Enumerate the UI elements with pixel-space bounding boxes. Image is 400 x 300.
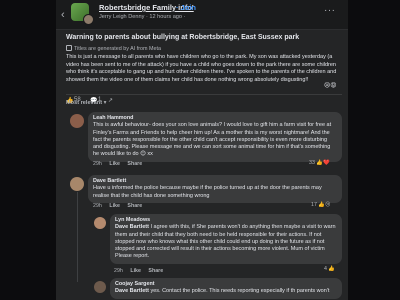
reply-bubble: Coojay Sargent Dave Bartlett yes. Contac…	[110, 278, 342, 299]
commenter-name[interactable]: Leah Hammond	[93, 115, 337, 122]
comment-like-button[interactable]: Like	[109, 203, 120, 209]
replier-name[interactable]: Lyn Meadows	[115, 217, 337, 224]
commenter-name[interactable]: Dave Bartlett	[93, 178, 337, 185]
ai-info-icon	[66, 45, 72, 51]
ai-title-note: Titles are generated by AI from Meta	[66, 45, 161, 52]
mention-link[interactable]: Dave Bartlett	[115, 288, 149, 294]
reply-avatar[interactable]	[94, 217, 106, 229]
comment-bubble: Dave Bartlett Have u informed the police…	[88, 175, 342, 203]
comment-share-button[interactable]: Share	[127, 203, 142, 209]
comment-time[interactable]: 29h	[93, 203, 102, 209]
author-line: Jerry Leigh Denny · 12 hours ago ·	[99, 14, 186, 20]
author-avatar[interactable]	[83, 14, 94, 25]
replier-name[interactable]: Coojay Sargent	[115, 281, 337, 288]
post-action-row: 👍 58 💬 1 ↗	[66, 94, 342, 104]
reply-avatar[interactable]	[94, 281, 106, 293]
comment-share-button[interactable]: Share	[127, 161, 142, 167]
reply-thread-line	[77, 192, 78, 282]
comment-text: Have u informed the police because maybe…	[93, 185, 322, 199]
reply-like-button[interactable]: Like	[130, 268, 141, 274]
ai-note-text: Titles are generated by AI from Meta	[74, 46, 161, 52]
reply-reaction-count[interactable]: 4 👍	[324, 266, 335, 272]
reply-text: I agree with this, if She parents won't …	[115, 224, 336, 260]
comment-reaction-count[interactable]: 33 👍❤️	[309, 160, 330, 166]
reply-time[interactable]: 29h	[114, 268, 123, 274]
reply-text: yes. Contact the police. This needs repo…	[148, 288, 330, 295]
reply-bubble: Lyn Meadows Dave Bartlett I agree with t…	[110, 214, 342, 264]
post-header: ‹ Robertsbridge Family info' · Join Jerr…	[56, 0, 348, 30]
reply-meta: 29h Like Share	[114, 268, 169, 274]
reply-share-button[interactable]: Share	[148, 268, 163, 274]
join-link[interactable]: · Join	[176, 3, 196, 12]
comment-time[interactable]: 29h	[93, 161, 102, 167]
share-icon[interactable]: ↗	[108, 97, 113, 104]
mention-link[interactable]: Dave Bartlett	[115, 224, 149, 230]
sort-comments-dropdown[interactable]: Most relevant ▾	[66, 100, 106, 106]
comment-meta: 29h Like Share	[93, 203, 148, 209]
commenter-avatar[interactable]	[70, 177, 84, 191]
comment-like-button[interactable]: Like	[109, 161, 120, 167]
post-title: Warning to parents about bullying at Rob…	[66, 34, 300, 41]
post-body: This is just a message to all parents wh…	[66, 54, 337, 83]
commenter-avatar[interactable]	[70, 114, 84, 128]
reaction-emojis[interactable]: 😢😡	[324, 82, 337, 89]
comment-reaction-count[interactable]: 17 👍😢	[311, 202, 330, 208]
comment-text: This is awful behaviour- does your son l…	[93, 122, 332, 158]
comment-meta: 29h Like Share	[93, 161, 148, 167]
comment-bubble: Leah Hammond This is awful behaviour- do…	[88, 112, 342, 162]
post-dialog: ‹ Robertsbridge Family info' · Join Jerr…	[56, 0, 348, 300]
more-options-icon[interactable]: ···	[324, 5, 336, 16]
